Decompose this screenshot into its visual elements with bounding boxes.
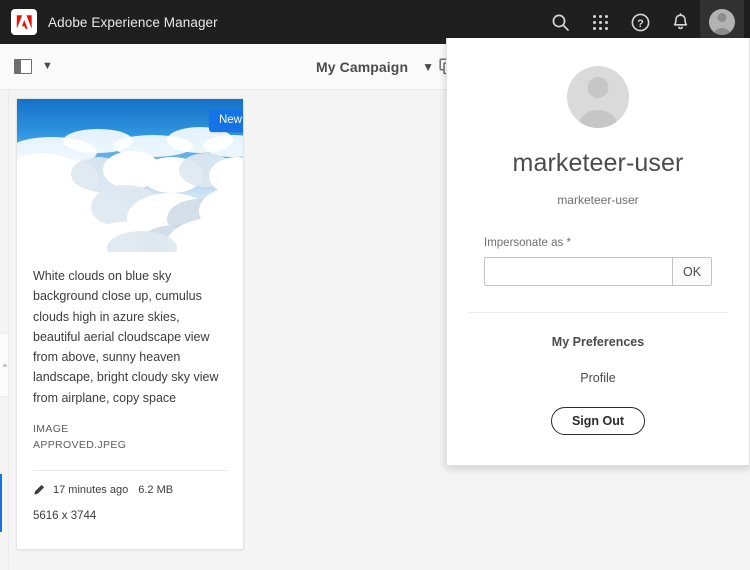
aem-assets-screen: Adobe Experience Manager ? ▼ My Campaign… <box>0 0 750 570</box>
asset-meta-row: 17 minutes ago 6.2 MB <box>17 471 243 496</box>
my-preferences-link[interactable]: My Preferences <box>552 335 644 349</box>
profile-link[interactable]: Profile <box>580 371 615 385</box>
brand-title: Adobe Experience Manager <box>48 14 218 30</box>
impersonate-row: OK <box>484 257 712 286</box>
campaign-label: My Campaign <box>315 58 409 75</box>
asset-type-block: IMAGE APPROVED.JPEG <box>33 421 227 454</box>
user-profile-popover: marketeer-user marketeer-user Impersonat… <box>446 38 750 466</box>
asset-file-size: 6.2 MB <box>138 484 174 497</box>
rail-toggle-button[interactable]: ▼ <box>14 59 53 74</box>
rail-ghost-marker <box>3 364 7 367</box>
asset-description: White clouds on blue sky background clos… <box>33 269 219 405</box>
asset-filename: APPROVED.JPEG <box>33 439 127 452</box>
brand-block[interactable]: Adobe Experience Manager <box>0 0 218 44</box>
rail-panel-icon <box>14 59 32 74</box>
sign-out-button[interactable]: Sign Out <box>550 407 646 435</box>
asset-card-body: White clouds on blue sky background clos… <box>17 252 243 453</box>
panel-divider <box>469 312 727 313</box>
user-display-name: marketeer-user <box>512 149 684 177</box>
asset-card[interactable]: New White clouds on blue sky background … <box>16 98 244 550</box>
asset-modified-time: 17 minutes ago <box>53 484 129 497</box>
asset-dimensions: 5616 x 3744 <box>33 510 97 523</box>
rail-selection-indicator <box>0 474 2 532</box>
impersonate-label: Impersonate as * <box>484 237 571 249</box>
adobe-logo-icon <box>11 9 37 35</box>
svg-text:?: ? <box>637 18 644 30</box>
impersonate-section: Impersonate as * OK <box>484 237 712 286</box>
user-avatar-large-icon <box>567 66 629 128</box>
left-rail-strip <box>0 91 9 570</box>
asset-type: IMAGE <box>33 422 69 435</box>
chevron-down-icon: ▼ <box>42 60 53 72</box>
impersonate-input[interactable] <box>484 257 672 286</box>
new-badge: New <box>208 109 243 132</box>
impersonate-ok-button[interactable]: OK <box>672 257 712 286</box>
user-avatar-icon <box>709 9 735 35</box>
campaign-selector[interactable]: My Campaign ▼ <box>316 59 434 75</box>
user-id: marketeer-user <box>557 193 639 207</box>
clouds-thumbnail[interactable]: New <box>17 99 243 252</box>
pencil-icon <box>33 484 45 496</box>
